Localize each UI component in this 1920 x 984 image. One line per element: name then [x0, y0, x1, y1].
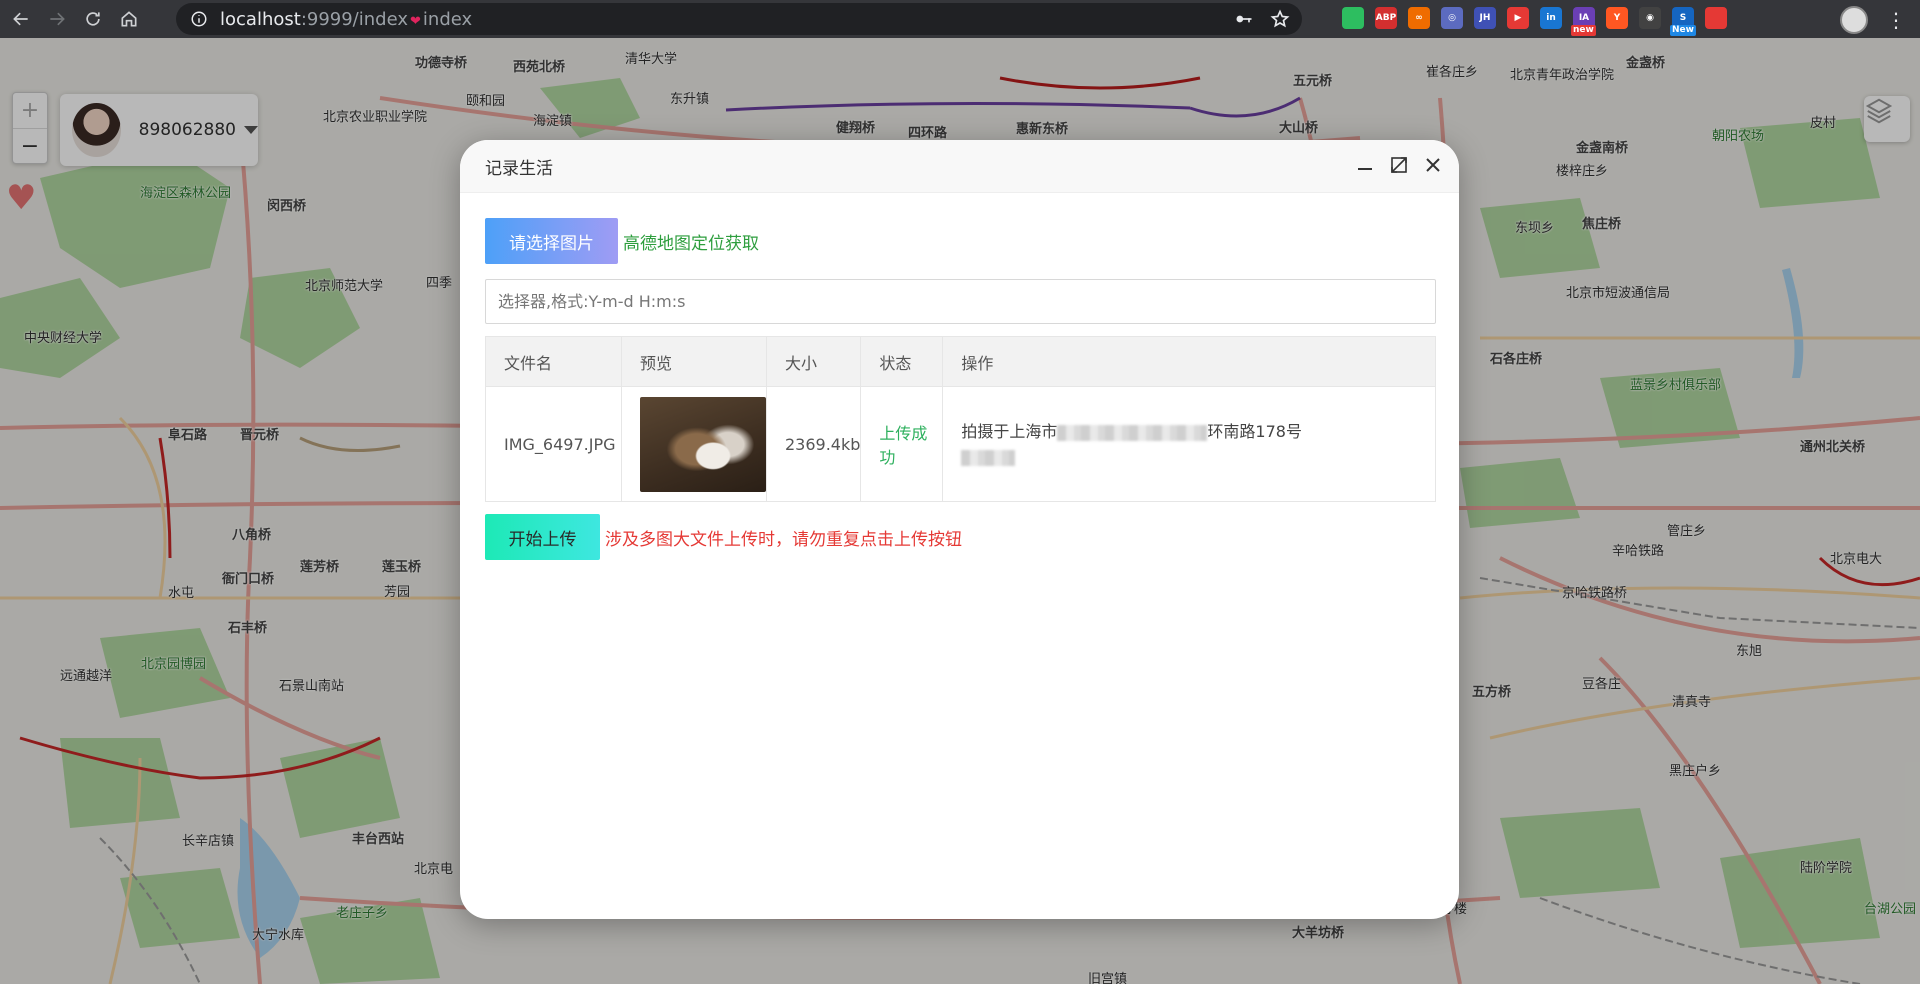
menu-kebab-icon[interactable]: ⋮ [1886, 10, 1906, 30]
address-bar[interactable]: localhost:9999/index ❤ index [176, 3, 1302, 35]
glasses-icon[interactable]: ◎ [1441, 7, 1463, 29]
image-preview-thumbnail[interactable] [640, 396, 766, 492]
jh-icon[interactable]: JH [1474, 7, 1496, 29]
extension-badge: new [1571, 25, 1596, 36]
datetime-input[interactable] [485, 279, 1436, 324]
col-filename: 文件名 [485, 336, 622, 387]
star-icon[interactable] [1270, 9, 1290, 29]
location-suffix: 环南路178号 [1207, 422, 1302, 441]
adblock-icon[interactable]: ABP [1375, 7, 1397, 29]
cell-filename: IMG_6497.JPG [485, 386, 622, 502]
upload-table: 文件名 预览 大小 状态 操作 IMG_6497.JPG 2369.4kb 上传… [485, 336, 1436, 502]
forward-icon[interactable] [42, 4, 72, 34]
location-prefix: 拍摄于上海市 [961, 422, 1058, 441]
heart-favicon-icon: ❤ [410, 13, 421, 29]
cell-preview [621, 386, 767, 502]
dialog-title: 记录生活 [485, 158, 553, 179]
col-status: 状态 [860, 336, 944, 387]
url-text: localhost:9999/index ❤ index [220, 8, 473, 30]
browser-toolbar: localhost:9999/index ❤ index ABP ∞ ◎ JH ▶ in IA n… [0, 0, 1920, 38]
col-size: 大小 [765, 336, 862, 387]
cell-location-info: 拍摄于上海市 环南路178号 [942, 386, 1436, 502]
amap-location-link[interactable]: 高德地图定位获取 [623, 229, 759, 254]
redacted-address-2 [961, 449, 1016, 466]
info-icon[interactable] [190, 10, 208, 28]
redacted-address [1057, 424, 1208, 441]
infinity-icon[interactable]: ∞ [1408, 7, 1430, 29]
col-actions: 操作 [942, 336, 1436, 387]
cell-size: 2369.4kb [765, 386, 862, 502]
linkedin-icon[interactable]: in [1540, 7, 1562, 29]
extension-badge: New [1670, 25, 1696, 36]
evernote-icon[interactable] [1342, 7, 1364, 29]
extension-s-icon[interactable]: S New [1670, 7, 1696, 36]
close-icon[interactable] [1423, 155, 1443, 175]
extensions-bar: ABP ∞ ◎ JH ▶ in IA new Y ◉ S New [1342, 7, 1727, 36]
table-row: IMG_6497.JPG 2369.4kb 上传成功 拍摄于上海市 环南路178号 [485, 386, 1436, 502]
profile-avatar[interactable] [1840, 6, 1868, 34]
reload-icon[interactable] [78, 4, 108, 34]
table-header-row: 文件名 预览 大小 状态 操作 [485, 336, 1436, 387]
key-icon[interactable] [1234, 9, 1254, 29]
upload-warning-text: 涉及多图大文件上传时，请勿重复点击上传按钮 [605, 529, 962, 550]
cell-status: 上传成功 [860, 386, 944, 502]
translate-icon[interactable]: Y [1606, 7, 1628, 29]
reader-icon[interactable]: ◉ [1639, 7, 1661, 29]
choose-image-button[interactable]: 请选择图片 [485, 218, 618, 264]
record-life-dialog: 记录生活 请选择图片 高德地图定位获取 文件名 预览 大小 状态 操作 [460, 140, 1459, 919]
maximize-icon[interactable] [1389, 155, 1409, 175]
red-square-icon[interactable] [1705, 7, 1727, 29]
minimize-icon[interactable] [1355, 155, 1375, 175]
back-icon[interactable] [6, 4, 36, 34]
youtube-icon[interactable]: ▶ [1507, 7, 1529, 29]
col-preview: 预览 [621, 336, 767, 387]
start-upload-button[interactable]: 开始上传 [485, 514, 600, 560]
home-icon[interactable] [114, 4, 144, 34]
dialog-header: 记录生活 [460, 140, 1459, 193]
ia-icon[interactable]: IA new [1571, 7, 1596, 36]
